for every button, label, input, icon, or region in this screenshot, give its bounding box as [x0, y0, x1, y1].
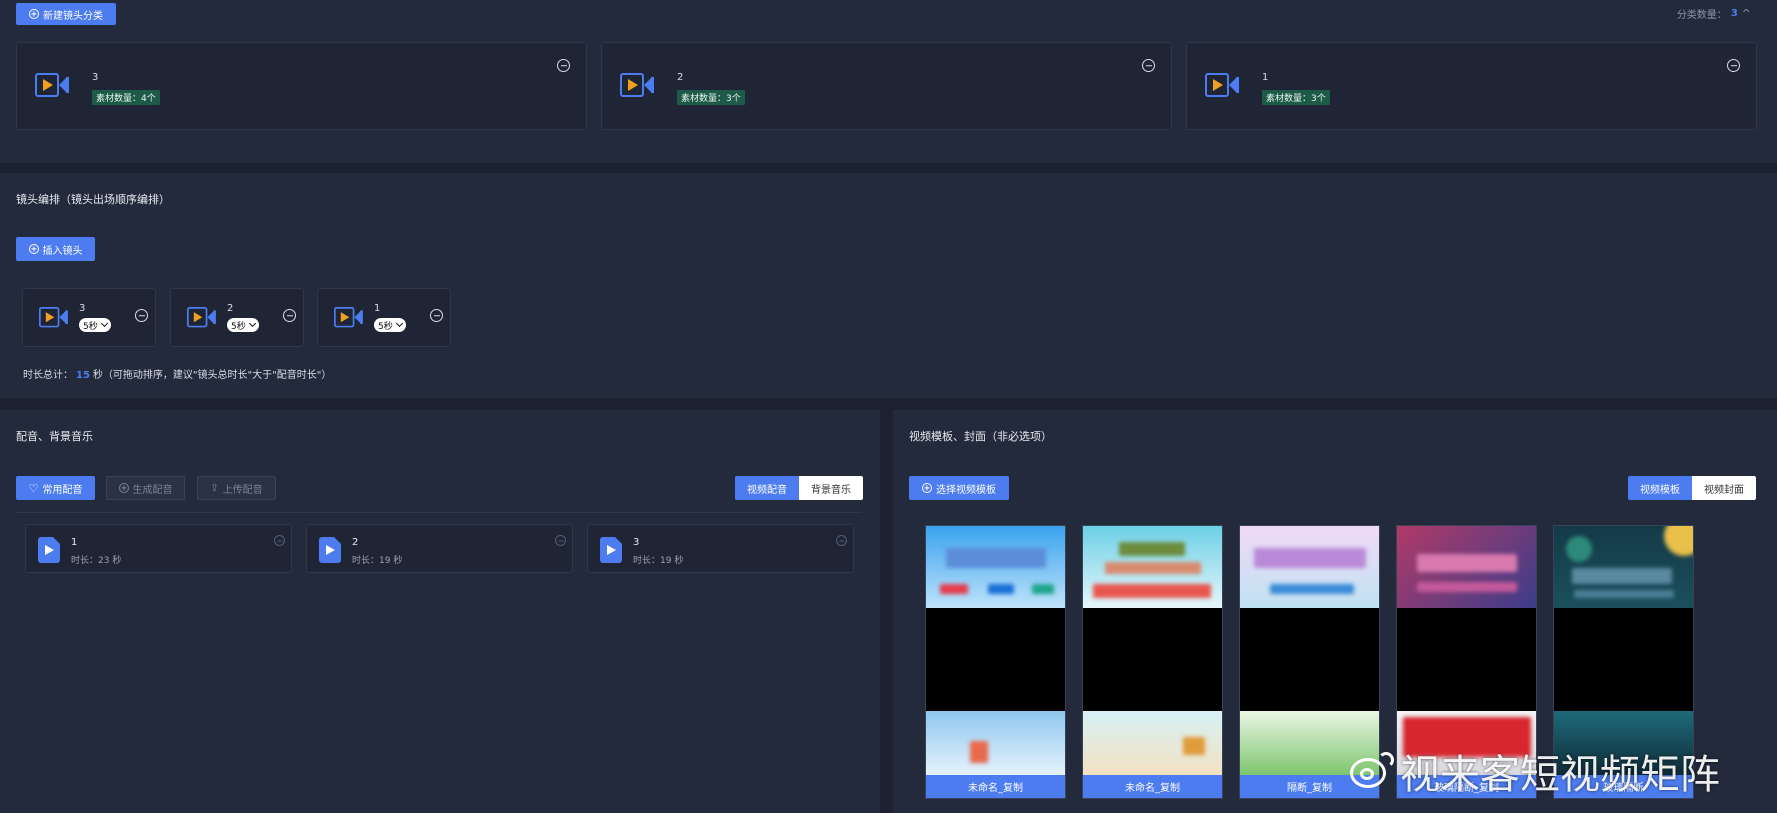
material-count-badge: 素材数量：3个	[1262, 90, 1330, 105]
remove-circle-icon[interactable]	[274, 535, 285, 546]
shot-arrangement-title: 镜头编排（镜头出场顺序编排）	[16, 193, 170, 206]
material-count-badge: 素材数量：3个	[677, 90, 745, 105]
plus-circle-icon	[118, 483, 129, 493]
plus-circle-icon	[29, 9, 39, 19]
generate-voice-button[interactable]: 生成配音	[106, 476, 185, 500]
shot-name: 1	[374, 303, 381, 314]
insert-shot-button[interactable]: 插入镜头	[16, 237, 95, 261]
tab-video-template[interactable]: 视频模板	[1628, 476, 1692, 500]
remove-circle-icon[interactable]	[836, 535, 847, 546]
tab-video-voice[interactable]: 视频配音	[735, 476, 799, 500]
template-thumbnail-top	[1397, 526, 1536, 608]
template-thumbnail-top	[926, 526, 1065, 608]
collapse-icon[interactable]: ^	[1742, 7, 1751, 20]
audio-tab-group: 视频配音 背景音乐	[735, 476, 863, 500]
template-thumbnail-top	[1240, 526, 1379, 608]
shot-name: 3	[79, 303, 86, 314]
chevron-down-icon	[248, 319, 256, 328]
template-title: 视频模板、封面（非必选项）	[909, 430, 1052, 443]
template-thumbnail-bottom	[1083, 711, 1222, 777]
tab-background-music[interactable]: 背景音乐	[799, 476, 863, 500]
template-thumbnail-top	[1083, 526, 1222, 608]
video-camera-icon	[620, 73, 654, 97]
audio-item[interactable]: 1 时长：23 秒	[25, 524, 292, 573]
remove-circle-icon[interactable]	[557, 59, 570, 72]
tab-video-cover[interactable]: 视频封面	[1692, 476, 1756, 500]
audio-item[interactable]: 3 时长：19 秒	[587, 524, 854, 573]
common-voice-button[interactable]: ♡ 常用配音	[16, 476, 95, 500]
shot-name: 2	[227, 303, 234, 314]
audio-file-icon	[38, 537, 60, 563]
heart-icon: ♡	[28, 481, 39, 495]
remove-circle-icon[interactable]	[135, 309, 148, 322]
video-camera-icon	[35, 73, 69, 97]
audio-divider	[16, 512, 862, 513]
brand-watermark: 视来客短视频矩阵	[1350, 742, 1720, 800]
audio-file-icon	[600, 537, 622, 563]
audio-file-icon	[319, 537, 341, 563]
shot-card[interactable]: 2 5秒	[170, 288, 304, 347]
category-name: 3	[92, 72, 99, 83]
category-count: 分类数量： 3 ^	[1676, 7, 1751, 21]
video-camera-icon	[334, 307, 363, 328]
remove-circle-icon[interactable]	[283, 309, 296, 322]
new-category-button[interactable]: 新建镜头分类	[16, 3, 116, 25]
weibo-icon	[1350, 752, 1394, 790]
upload-icon: ⇪	[210, 482, 219, 494]
upload-voice-button[interactable]: ⇪ 上传配音	[197, 476, 276, 500]
remove-circle-icon[interactable]	[1727, 59, 1740, 72]
chevron-down-icon	[100, 319, 108, 328]
template-tab-group: 视频模板 视频封面	[1628, 476, 1756, 500]
category-name: 2	[677, 72, 684, 83]
remove-circle-icon[interactable]	[430, 309, 443, 322]
duration-select[interactable]: 5秒	[79, 318, 111, 332]
audio-panel	[0, 410, 880, 813]
category-name: 1	[1262, 72, 1269, 83]
category-card[interactable]: 3 素材数量：4个	[16, 42, 587, 130]
material-count-badge: 素材数量：4个	[92, 90, 160, 105]
video-camera-icon	[39, 307, 68, 328]
audio-title: 配音、背景音乐	[16, 430, 93, 443]
remove-circle-icon[interactable]	[1142, 59, 1155, 72]
plus-circle-icon	[922, 483, 932, 493]
template-card[interactable]: 未命名_复制	[925, 525, 1066, 799]
template-card[interactable]: 未命名_复制	[1082, 525, 1223, 799]
duration-select[interactable]: 5秒	[227, 318, 259, 332]
plus-circle-icon	[28, 244, 39, 254]
total-duration: 时长总计： 15 秒（可拖动排序，建议"镜头总时长"大于"配音时长"）	[23, 370, 332, 381]
shot-arrangement-panel	[0, 173, 1777, 398]
select-template-button[interactable]: 选择视频模板	[909, 476, 1009, 500]
video-camera-icon	[187, 307, 216, 328]
template-thumbnail-top	[1554, 526, 1693, 608]
duration-select[interactable]: 5秒	[374, 318, 406, 332]
category-card[interactable]: 2 素材数量：3个	[601, 42, 1172, 130]
category-panel: 新建镜头分类 分类数量： 3 ^ 3 素材数量：4个 2 素材数量：3个 1 素…	[0, 0, 1777, 163]
remove-circle-icon[interactable]	[555, 535, 566, 546]
audio-item[interactable]: 2 时长：19 秒	[306, 524, 573, 573]
shot-card[interactable]: 3 5秒	[22, 288, 156, 347]
video-camera-icon	[1205, 73, 1239, 97]
shot-card[interactable]: 1 5秒	[317, 288, 451, 347]
template-thumbnail-bottom	[926, 711, 1065, 777]
chevron-down-icon	[395, 319, 403, 328]
category-card[interactable]: 1 素材数量：3个	[1186, 42, 1757, 130]
